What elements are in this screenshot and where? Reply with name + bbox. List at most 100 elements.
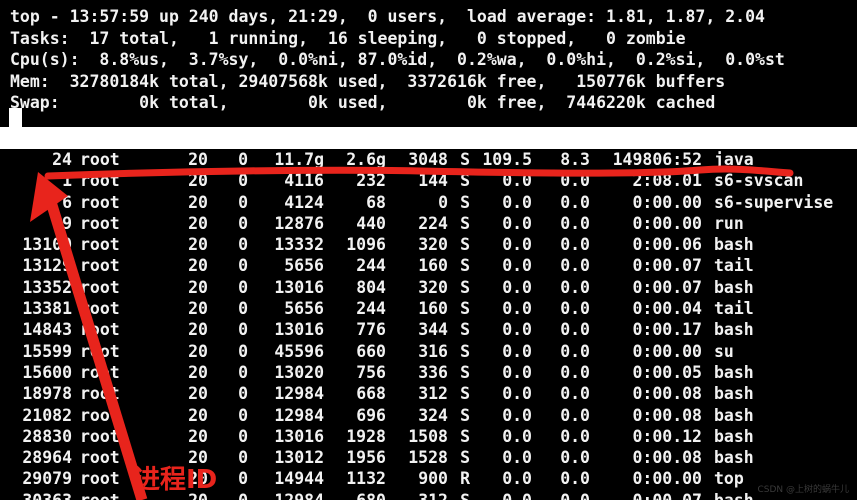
row-cell-ni: 0 xyxy=(238,213,248,233)
row-cell-time: 0:00.00 xyxy=(632,341,702,361)
row-cell-time: 0:00.07 xyxy=(590,490,702,500)
row-cell-virt: 13016 xyxy=(274,320,324,340)
row-cell-ni: 0 xyxy=(238,150,248,169)
row-cell-res: 244 xyxy=(356,256,386,276)
table-row[interactable]: 18978 root 20 0 12984 668 312 S 0.0 0.0 0:00.08 bas… xyxy=(0,383,857,404)
table-row[interactable]: 13129 root 20 0 5656 244 160 S 0.0 0.0 0:00.07 tail xyxy=(0,255,857,276)
row-cell-pr: 20 xyxy=(188,426,208,446)
row-cell-state: S xyxy=(460,426,470,446)
row-cell-shr: 1528 xyxy=(408,448,448,468)
table-row[interactable]: 1 root 20 0 4116 232 144 S 0.0 0.0 2:08.01 s6-svsca… xyxy=(0,170,857,191)
row-cell-pr: 20 xyxy=(188,150,208,169)
row-cell-cpu: 0.0 xyxy=(502,405,532,425)
row-cell-state: S xyxy=(460,277,470,297)
row-cell-command: bash xyxy=(714,235,754,255)
row-cell-user: root xyxy=(80,277,120,297)
row-cell-shr: 160 xyxy=(418,299,448,319)
row-cell-pr: 20 xyxy=(188,235,208,255)
summary-line-cpu: Cpu(s): 8.8%us, 3.7%sy, 0.0%ni, 87.0%id,… xyxy=(10,50,785,69)
summary-line-swap: Swap: 0k total, 0k used, 0k free, 744622… xyxy=(10,93,716,112)
row-cell-state: S xyxy=(460,150,470,169)
row-cell-command: tail xyxy=(714,256,754,276)
table-row[interactable]: 29079 root 20 0 14944 1132 900 R 0.0 0.0 0:00.00 to… xyxy=(0,468,857,489)
row-cell-pid: 13100 xyxy=(22,235,72,255)
row-cell-cpu: 0.0 xyxy=(502,235,532,255)
row-cell-ni: 0 xyxy=(238,171,248,191)
row-cell-pr: 20 xyxy=(188,213,208,233)
row-cell-pr: 20 xyxy=(188,277,208,297)
row-cell-mem: 0.0 xyxy=(560,362,590,382)
row-cell-pid: 15600 xyxy=(22,362,72,382)
row-cell-virt: 12984 xyxy=(274,384,324,404)
row-cell-user: root xyxy=(80,192,120,212)
row-cell-user: root xyxy=(80,384,120,404)
row-cell-ni: 0 xyxy=(238,426,248,446)
row-cell-command: bash xyxy=(714,277,754,297)
row-cell-time: 2:08.01 xyxy=(632,171,702,191)
row-cell-state: S xyxy=(460,384,470,404)
row-cell-ni: 0 xyxy=(238,277,248,297)
row-cell-ni: 0 xyxy=(238,320,248,340)
row-cell-res: 776 xyxy=(356,320,386,340)
row-cell-state: S xyxy=(460,256,470,276)
row-cell-pid: 13352 xyxy=(22,277,72,297)
row-cell-virt: 13012 xyxy=(274,448,324,468)
table-row[interactable]: 24 root 20 0 11.7g 2.6g 3048 S 109.5 8.3 149806:52… xyxy=(0,149,857,170)
row-cell-virt: 11.7g xyxy=(274,150,324,169)
row-cell-command: tail xyxy=(714,299,754,319)
row-cell-res: 2.6g xyxy=(346,150,386,169)
row-cell-time: 0:00.17 xyxy=(632,320,702,340)
row-cell-ni: 0 xyxy=(238,362,248,382)
row-cell-cpu: 109.5 xyxy=(482,150,532,169)
table-row[interactable]: 15599 root 20 0 45596 660 316 S 0.0 0.0 0:00.00 su xyxy=(0,341,857,362)
row-cell-time: 0:00.12 xyxy=(632,426,702,446)
row-cell-command: s6-svscan xyxy=(714,171,804,191)
terminal-cursor xyxy=(9,108,22,128)
table-row[interactable]: 13381 root 20 0 5656 244 160 S 0.0 0.0 0:00.04 tail xyxy=(0,298,857,319)
row-cell-pid: 29079 xyxy=(22,469,72,489)
row-cell-res: 68 xyxy=(366,192,386,212)
watermark: CSDN @上树的蜗牛儿 xyxy=(757,485,849,495)
row-cell-res: 680 xyxy=(324,490,386,500)
row-cell-command: bash xyxy=(714,426,754,446)
row-cell-time: 0:00.08 xyxy=(632,405,702,425)
row-cell-mem: 0.0 xyxy=(560,469,590,489)
table-row[interactable]: 13352 root 20 0 13016 804 320 S 0.0 0.0 0:00.07 bas… xyxy=(0,277,857,298)
row-cell-pr: 20 xyxy=(188,341,208,361)
table-row[interactable]: 28964 root 20 0 13012 1956 1528 S 0.0 0.0 0:00.08 b… xyxy=(0,447,857,468)
table-row[interactable]: 21082 root 20 0 12984 696 324 S 0.0 0.0 0:00.08 bas… xyxy=(0,405,857,426)
row-cell-pid: 28964 xyxy=(22,448,72,468)
row-cell-virt: 4116 xyxy=(284,171,324,191)
row-cell-user: root xyxy=(80,426,120,446)
row-cell-user: root xyxy=(80,256,120,276)
table-row[interactable]: 9 root 20 0 12876 440 224 S 0.0 0.0 0:00.00 run xyxy=(0,213,857,234)
row-cell-shr: 144 xyxy=(418,171,448,191)
row-cell-cpu: 0.0 xyxy=(502,426,532,446)
table-row[interactable]: 14843 root 20 0 13016 776 344 S 0.0 0.0 0:00.17 bas… xyxy=(0,319,857,340)
row-cell-time: 0:00.00 xyxy=(632,213,702,233)
row-cell-shr: 336 xyxy=(418,362,448,382)
row-cell-mem: 0.0 xyxy=(560,299,590,319)
row-cell-time: 0:00.05 xyxy=(632,362,702,382)
row-cell-mem: 0.0 xyxy=(560,426,590,446)
row-cell-command: run xyxy=(714,213,744,233)
table-row[interactable]: 6 root 20 0 4124 68 0 S 0.0 0.0 0:00.00 s6-supervis… xyxy=(0,192,857,213)
row-cell-virt: 13332 xyxy=(274,235,324,255)
row-cell-time: 0:00.00 xyxy=(632,469,702,489)
row-cell-user: root xyxy=(80,405,120,425)
table-row[interactable]: 15600 root 20 0 13020 756 336 S 0.0 0.0 0:00.05 bas… xyxy=(0,362,857,383)
table-row[interactable]: 13100 root 20 0 13332 1096 320 S 0.0 0.0 0:00.06 ba… xyxy=(0,234,857,255)
row-cell-time: 0:00.08 xyxy=(632,448,702,468)
row-cell-shr: 344 xyxy=(418,320,448,340)
row-cell-shr: 3048 xyxy=(408,150,448,169)
table-row[interactable]: 28830 root 20 0 13016 1928 1508 S 0.0 0.0 0:00.12 b… xyxy=(0,426,857,447)
row-cell-virt: 45596 xyxy=(274,341,324,361)
row-cell-time: 0:00.06 xyxy=(632,235,702,255)
row-cell-pr: 20 xyxy=(188,192,208,212)
row-cell-pr: 20 xyxy=(188,171,208,191)
row-cell-command: bash xyxy=(714,405,754,425)
row-cell-state: S xyxy=(460,405,470,425)
row-cell-cpu: 0.0 xyxy=(502,469,532,489)
table-row[interactable]: 30363root20012984680312S0.00.00:00.07bas… xyxy=(0,490,857,500)
row-cell-mem: 0.0 xyxy=(560,256,590,276)
